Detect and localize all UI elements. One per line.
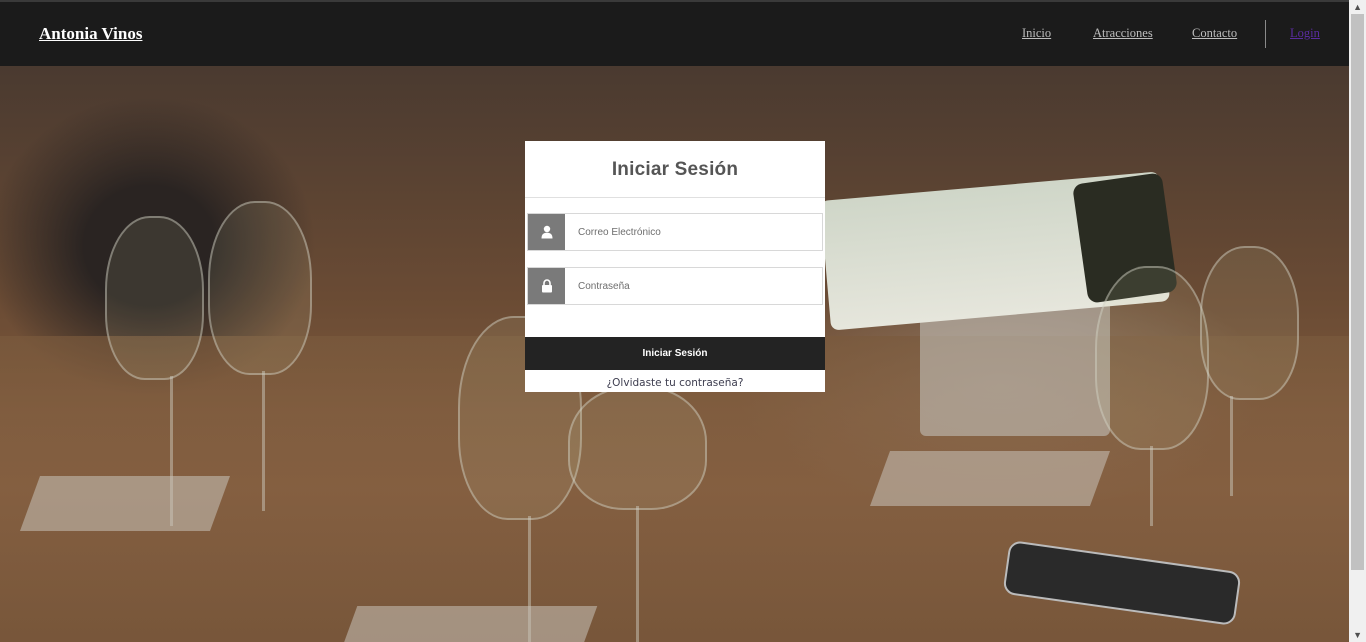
nav-link-login[interactable]: Login — [1290, 26, 1320, 41]
scroll-thumb[interactable] — [1351, 14, 1364, 570]
email-input[interactable] — [566, 214, 820, 250]
page-scrollbar[interactable]: ▲ ▼ — [1349, 0, 1366, 642]
password-field — [527, 267, 823, 305]
nav-link-atracciones[interactable]: Atracciones — [1093, 26, 1153, 41]
login-button[interactable]: Iniciar Sesión — [525, 337, 825, 370]
nav-divider — [1265, 20, 1266, 48]
forgot-password-link[interactable]: ¿Olvidaste tu contraseña? — [525, 377, 825, 389]
user-icon — [528, 214, 565, 250]
scroll-down-icon[interactable]: ▼ — [1353, 630, 1362, 640]
nav-link-contacto[interactable]: Contacto — [1192, 26, 1237, 41]
brand-link[interactable]: Antonia Vinos — [39, 24, 142, 44]
login-title: Iniciar Sesión — [525, 141, 825, 198]
top-navbar: Antonia Vinos Inicio Atracciones Contact… — [0, 0, 1349, 66]
scroll-up-icon[interactable]: ▲ — [1353, 2, 1362, 12]
login-card: Iniciar Sesión Iniciar Sesión ¿Olvidaste… — [525, 141, 825, 392]
password-input[interactable] — [566, 268, 820, 304]
lock-icon — [528, 268, 565, 304]
nav-link-inicio[interactable]: Inicio — [1022, 26, 1051, 41]
email-field — [527, 213, 823, 251]
